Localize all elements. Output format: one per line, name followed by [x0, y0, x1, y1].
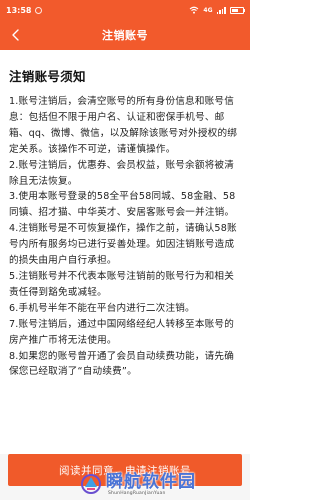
- watermark: 瞬航软件园 ShunHangRuanJianYuan: [80, 468, 250, 500]
- terms-list: 1.账号注销后，会清空账号的所有身份信息和账号信息：包括但不限于用户名、认证和密…: [9, 94, 241, 380]
- page-title: 注销账号: [102, 29, 148, 42]
- back-button[interactable]: [2, 20, 28, 50]
- network-type: 4G: [203, 6, 213, 14]
- term-item: 2.账号注销后，优惠券、会员权益，账号余额将被清除且无法恢复。: [9, 159, 235, 187]
- notice-content: 注销账号须知 1.账号注销后，会清空账号的所有身份信息和账号信息：包括但不限于用…: [0, 50, 250, 454]
- watermark-subtext: ShunHangRuanJianYuan: [108, 490, 166, 496]
- term-item: 1.账号注销后，会清空账号的所有身份信息和账号信息：包括但不限于用户名、认证和密…: [9, 96, 238, 155]
- notice-title: 注销账号须知: [9, 69, 86, 84]
- status-left: 13:58: [6, 5, 43, 15]
- wifi-icon: [190, 6, 199, 14]
- notification-icon: [35, 6, 43, 14]
- nav-bar: 注销账号: [0, 20, 250, 50]
- term-item: 4.注销账号是不可恢复操作，操作之前，请确认58账号内所有服务均已进行妥善处理。…: [9, 223, 237, 267]
- status-time: 13:58: [6, 5, 32, 15]
- status-right: 4G: [189, 6, 245, 14]
- watermark-text-wrap: 瞬航软件园 ShunHangRuanJianYuan: [106, 473, 196, 496]
- term-item: 3.使用本账号登录的58全平台58同城、58金融、58同镇、招才猫、中华英才、安…: [9, 191, 236, 219]
- watermark-logo-icon: [81, 474, 101, 494]
- term-item: 7.账号注销后，通过中国网络经纪人转移至本账号的房产推广币将无法使用。: [9, 318, 235, 346]
- chevron-left-icon: [11, 29, 19, 41]
- signal-icon: [216, 6, 226, 14]
- watermark-text: 瞬航软件园: [106, 471, 196, 492]
- status-bar: 13:58 4G: [0, 0, 250, 20]
- battery-icon: [229, 6, 245, 14]
- term-item: 6.手机号半年不能在平台内进行二次注销。: [9, 302, 195, 314]
- term-item: 8.如果您的账号曾开通了会员自动续费功能，请先确保您已经取消了“自动续费”。: [9, 350, 235, 378]
- term-item: 5.注销账号并不代表本账号注销前的账号行为和相关责任得到豁免或减轻。: [9, 270, 235, 298]
